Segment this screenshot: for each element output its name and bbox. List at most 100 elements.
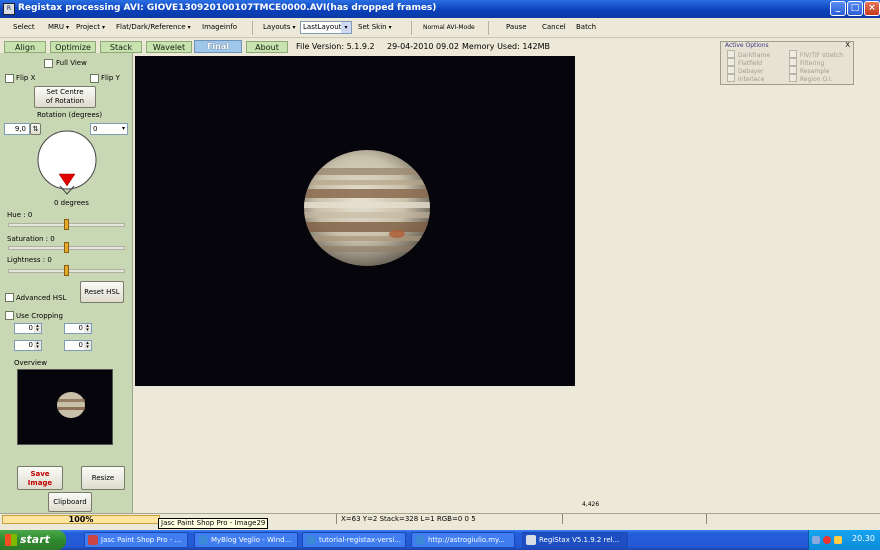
rotation-label: Rotation (degrees) [37,111,103,119]
status-info: X=63 Y=2 Stack=328 L=1 RGB=0 0 5 [341,515,476,523]
tab-wavelet[interactable]: Wavelet [146,41,192,53]
advanced-hsl-label: Advanced HSL [16,294,67,302]
menu-layouts[interactable]: Layouts ▾ [263,23,295,31]
batch-button[interactable]: Batch [576,23,596,31]
spin-arrows-icon[interactable]: ▴ ▾ [34,324,41,333]
flip-y-checkbox[interactable] [90,74,99,83]
tab-align[interactable]: Align [4,41,46,53]
taskbar-tooltip: Jasc Paint Shop Pro - Image29 [158,518,269,529]
overview-thumbnail[interactable] [17,369,113,445]
registax-icon [526,535,536,545]
tab-stack[interactable]: Stack [100,41,142,53]
reset-hsl-button[interactable]: Reset HSL [80,281,124,303]
menu-separator [488,21,489,35]
tray-volume-icon[interactable] [834,536,842,544]
scale-readout: 4,426 [582,501,600,508]
status-divider [336,514,337,524]
save-image-label-1: Save [30,470,50,478]
active-options-title: Active Options [725,42,769,49]
crop-bottom-field[interactable]: 0 ▴ ▾ [64,323,92,334]
minimize-button[interactable]: _ [830,1,846,16]
window-title: Registax processing AVI: GIOVE1309201001… [18,3,437,13]
status-divider [706,514,707,524]
clipboard-button[interactable]: Clipboard [48,492,92,512]
title-bar: R Registax processing AVI: GIOVE13092010… [0,0,880,18]
degrees-label: 0 degrees [54,199,89,207]
task-registax[interactable]: RegiStax V5.1.9.2 rel... [522,532,628,548]
chevron-down-icon[interactable]: ▾ [122,124,125,134]
flip-x-checkbox[interactable] [5,74,14,83]
overview-jupiter [57,392,85,418]
flip-x-label: Flip X [16,74,36,82]
tab-final[interactable]: Final [194,40,242,53]
set-centre-label-2: of Rotation [45,97,85,105]
menu-normal-avi-mode[interactable]: Normal AVI-Mode [423,24,475,31]
option-region-oi: Region O.I. [789,74,833,83]
use-cropping-label: Use Cropping [16,312,63,320]
windows-flag-icon [5,534,17,546]
file-version: File Version: 5.1.9.2 [296,42,375,51]
layout-select[interactable]: LastLayout ▾ [300,21,352,34]
full-view-checkbox[interactable] [44,59,53,68]
close-button[interactable]: × [864,1,880,16]
rotation-value-field[interactable]: 9,0 [4,123,30,135]
lightness-slider-thumb[interactable] [64,265,69,276]
saturation-label: Saturation : 0 [7,235,55,243]
full-view-label: Full View [56,59,87,67]
menu-project[interactable]: Project ▾ [76,23,105,31]
browser-icon [306,535,316,545]
lightness-label: Lightness : 0 [7,256,52,264]
tray-antivirus-icon[interactable] [823,536,831,544]
menu-mru[interactable]: MRU ▾ [48,23,69,31]
paint-shop-pro-icon [88,535,98,545]
close-icon[interactable]: X [845,41,850,49]
menu-imageinfo[interactable]: Imageinfo [202,23,237,31]
task-myblog[interactable]: MyBlog Veglio - Wind... [194,532,298,548]
crop-right-field[interactable]: 0 ▴ ▾ [64,340,92,351]
memory-used: Memory Used: 142MB [462,42,550,51]
spin-arrows-icon[interactable]: ▴ ▾ [84,341,91,350]
save-image-button[interactable]: Save Image [17,466,63,490]
advanced-hsl-checkbox[interactable] [5,293,14,302]
browser-icon [415,535,425,545]
maximize-button[interactable]: □ [847,1,863,16]
hue-slider-thumb[interactable] [64,219,69,230]
spin-arrows-icon[interactable]: ▴ ▾ [34,341,41,350]
start-button[interactable]: start [0,530,66,550]
app-icon[interactable]: R [3,3,15,15]
crop-top-field[interactable]: 0 ▴ ▾ [14,323,42,334]
flip-y-label: Flip Y [101,74,120,82]
menu-select[interactable]: Select [13,23,35,31]
task-paint-shop-pro[interactable]: Jasc Paint Shop Pro - ... [84,532,188,548]
set-centre-label-1: Set Centre [46,88,84,96]
tab-about[interactable]: About [246,41,288,53]
menu-separator [252,21,253,35]
option-interlace: Interlace [727,74,764,83]
save-image-label-2: Image [27,479,53,487]
spin-arrows-icon[interactable]: ▴ ▾ [84,324,91,333]
cancel-button[interactable]: Cancel [542,23,566,31]
tab-optimize[interactable]: Optimize [50,41,96,53]
browser-icon [198,535,208,545]
task-tutorial-registax[interactable]: tutorial-registax-versi... [302,532,406,548]
menu-flat-dark-reference[interactable]: Flat/Dark/Reference ▾ [116,23,191,31]
task-astrogiulio[interactable]: http://astrogiulio.my... [411,532,515,548]
use-cropping-checkbox[interactable] [5,311,14,320]
resize-button[interactable]: Resize [81,466,125,490]
hue-label: Hue : 0 [7,211,33,219]
active-options-panel: Active Options X Darkframe Flatfield Deb… [720,41,854,85]
saturation-slider-thumb[interactable] [64,242,69,253]
tray-network-icon[interactable] [812,536,820,544]
chevron-down-icon[interactable]: ▾ [341,22,351,33]
build-date: 29-04-2010 09.02 [387,42,459,51]
jupiter-image [304,150,430,266]
crop-left-field[interactable]: 0 ▴ ▾ [14,340,42,351]
image-canvas[interactable] [135,56,575,386]
rotation-dial[interactable] [34,128,100,200]
status-divider [562,514,563,524]
clock: 20.30 [852,534,875,543]
menu-set-skin[interactable]: Set Skin ▾ [358,23,392,31]
pause-button[interactable]: Pause [506,23,527,31]
set-centre-of-rotation-button[interactable]: Set Centre of Rotation [34,86,96,108]
progress-bar: 100% [2,515,160,524]
